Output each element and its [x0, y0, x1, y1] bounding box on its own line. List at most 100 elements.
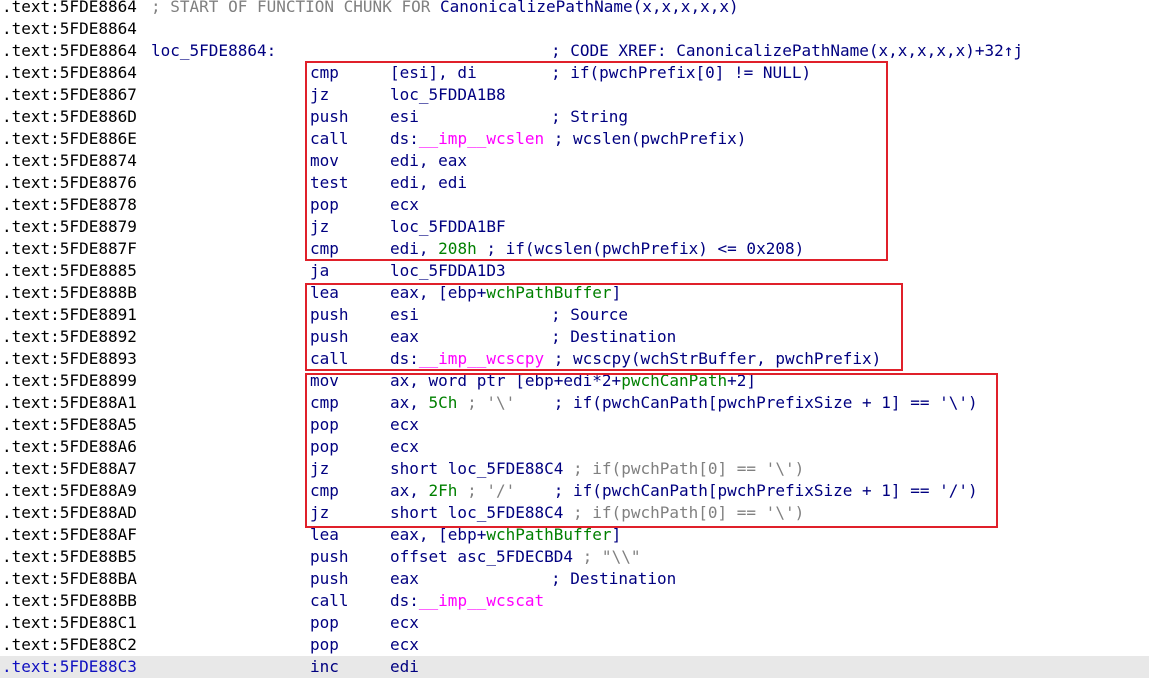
- instruction-operands[interactable]: eax, [ebp+wchPathBuffer]: [390, 282, 621, 304]
- listing-line[interactable]: .text:5FDE88BA push eax ; Destination: [0, 568, 1149, 590]
- instruction-mnemonic[interactable]: call: [310, 348, 349, 370]
- instruction-mnemonic[interactable]: pop: [310, 612, 339, 634]
- instruction-operands[interactable]: edi, edi: [390, 172, 467, 194]
- listing-line[interactable]: .text:5FDE8867 jz loc_5FDDA1B8: [0, 84, 1149, 106]
- listing-line[interactable]: .text:5FDE88C3 inc edi: [0, 656, 1149, 678]
- line-address[interactable]: .text:5FDE8879: [2, 216, 137, 238]
- line-address[interactable]: .text:5FDE888B: [2, 282, 137, 304]
- operand-text[interactable]: ds:: [390, 129, 419, 148]
- operand-text[interactable]: short loc_5FDE88C4: [390, 503, 563, 522]
- operand-text[interactable]: loc_5FDDA1BF: [390, 217, 506, 236]
- listing-line[interactable]: .text:5FDE88A7 jz short loc_5FDE88C4 ; if(…: [0, 458, 1149, 480]
- operand-text[interactable]: edi,: [390, 239, 438, 258]
- listing-line[interactable]: .text:5FDE886D push esi ; String: [0, 106, 1149, 128]
- listing-line[interactable]: .text:5FDE886E call ds:__imp__wcslen ; wcs…: [0, 128, 1149, 150]
- instruction-operands[interactable]: ecx: [390, 414, 419, 436]
- immediate-value[interactable]: 5Ch: [429, 393, 458, 412]
- stack-variable[interactable]: pwchCanPath: [621, 371, 727, 390]
- listing-line[interactable]: .text:5FDE8892 push eax ; Destination: [0, 326, 1149, 348]
- stack-variable[interactable]: wchPathBuffer: [486, 283, 611, 302]
- line-address[interactable]: .text:5FDE8864: [2, 40, 137, 62]
- instruction-operands[interactable]: ax, word ptr [ebp+edi*2+pwchCanPath+2]: [390, 370, 756, 392]
- code-xref-comment[interactable]: ; CODE XREF: CanonicalizePathName(x,x,x,…: [551, 40, 1023, 62]
- instruction-operands[interactable]: esi: [390, 304, 419, 326]
- instruction-operands[interactable]: short loc_5FDE88C4 ; if(pwchPath[0] == '…: [390, 502, 804, 524]
- listing-line[interactable]: .text:5FDE8879 jz loc_5FDDA1BF: [0, 216, 1149, 238]
- operand-text[interactable]: ecx: [390, 635, 419, 654]
- listing-line[interactable]: .text:5FDE8899 mov ax, word ptr [ebp+edi*2…: [0, 370, 1149, 392]
- instruction-mnemonic[interactable]: push: [310, 326, 349, 348]
- listing-line[interactable]: .text:5FDE8893 call ds:__imp__wcscpy ; wcs…: [0, 348, 1149, 370]
- line-address[interactable]: .text:5FDE8876: [2, 172, 137, 194]
- instruction-mnemonic[interactable]: cmp: [310, 392, 339, 414]
- instruction-operands[interactable]: esi: [390, 106, 419, 128]
- line-address[interactable]: .text:5FDE8878: [2, 194, 137, 216]
- operand-text[interactable]: ecx: [390, 195, 419, 214]
- operand-text[interactable]: offset asc_5FDECBD4: [390, 547, 573, 566]
- instruction-mnemonic[interactable]: cmp: [310, 62, 339, 84]
- line-address[interactable]: .text:5FDE8891: [2, 304, 137, 326]
- import-symbol[interactable]: __imp__wcslen: [419, 129, 544, 148]
- listing-line[interactable]: .text:5FDE8864 cmp [esi], di ; if(pwchPrefi…: [0, 62, 1149, 84]
- operand-text[interactable]: eax: [390, 569, 419, 588]
- instruction-operands[interactable]: ecx: [390, 194, 419, 216]
- instruction-mnemonic[interactable]: call: [310, 128, 349, 150]
- instruction-operands[interactable]: eax: [390, 326, 419, 348]
- instruction-mnemonic[interactable]: push: [310, 546, 349, 568]
- instruction-mnemonic[interactable]: push: [310, 568, 349, 590]
- line-address[interactable]: .text:5FDE88C3: [2, 656, 137, 678]
- operand-text[interactable]: loc_5FDDA1B8: [390, 85, 506, 104]
- operand-text[interactable]: edi, edi: [390, 173, 467, 192]
- instruction-mnemonic[interactable]: push: [310, 106, 349, 128]
- instruction-mnemonic[interactable]: jz: [310, 216, 329, 238]
- line-address[interactable]: .text:5FDE88A6: [2, 436, 137, 458]
- instruction-operands[interactable]: ax, 2Fh ; '/' ; if(pwchCanPath[pwchPrefi…: [390, 480, 978, 502]
- line-address[interactable]: .text:5FDE88AD: [2, 502, 137, 524]
- line-address[interactable]: .text:5FDE8885: [2, 260, 137, 282]
- operand-text[interactable]: ax,: [390, 481, 429, 500]
- line-address[interactable]: .text:5FDE886E: [2, 128, 137, 150]
- listing-line[interactable]: .text:5FDE8864: [0, 18, 1149, 40]
- instruction-mnemonic[interactable]: ja: [310, 260, 329, 282]
- listing-line[interactable]: .text:5FDE88C1 pop ecx: [0, 612, 1149, 634]
- listing-line[interactable]: .text:5FDE88A1 cmp ax, 5Ch ; '\' ; if(pwch…: [0, 392, 1149, 414]
- line-address[interactable]: .text:5FDE8864: [2, 62, 137, 84]
- instruction-operands[interactable]: ecx: [390, 612, 419, 634]
- operand-text[interactable]: eax: [390, 327, 419, 346]
- instruction-mnemonic[interactable]: pop: [310, 414, 339, 436]
- instruction-operands[interactable]: eax: [390, 568, 419, 590]
- line-address[interactable]: .text:5FDE88AF: [2, 524, 137, 546]
- listing-line[interactable]: .text:5FDE88B5 push offset asc_5FDECBD4 ; …: [0, 546, 1149, 568]
- instruction-operands[interactable]: loc_5FDDA1BF: [390, 216, 506, 238]
- operand-text[interactable]: esi: [390, 305, 419, 324]
- instruction-mnemonic[interactable]: push: [310, 304, 349, 326]
- line-address[interactable]: .text:5FDE88A7: [2, 458, 137, 480]
- disassembly-listing[interactable]: .text:5FDE8864 ; START OF FUNCTION CHUNK …: [0, 0, 1149, 678]
- instruction-mnemonic[interactable]: mov: [310, 370, 339, 392]
- listing-line[interactable]: .text:5FDE88AD jz short loc_5FDE88C4 ; if(…: [0, 502, 1149, 524]
- code-label[interactable]: loc_5FDE8864:: [151, 40, 276, 62]
- instruction-mnemonic[interactable]: jz: [310, 84, 329, 106]
- instruction-operands[interactable]: edi, eax: [390, 150, 467, 172]
- immediate-value[interactable]: 208h: [438, 239, 477, 258]
- listing-line[interactable]: .text:5FDE888B lea eax, [ebp+wchPathBuffer…: [0, 282, 1149, 304]
- operand-text[interactable]: ]: [612, 283, 622, 302]
- line-address[interactable]: .text:5FDE88A9: [2, 480, 137, 502]
- listing-line[interactable]: .text:5FDE88BB call ds:__imp__wcscat: [0, 590, 1149, 612]
- instruction-mnemonic[interactable]: inc: [310, 656, 339, 678]
- line-address[interactable]: .text:5FDE88B5: [2, 546, 137, 568]
- operand-text[interactable]: +2]: [727, 371, 756, 390]
- instruction-operands[interactable]: ds:__imp__wcscat: [390, 590, 544, 612]
- instruction-mnemonic[interactable]: call: [310, 590, 349, 612]
- line-address[interactable]: .text:5FDE8867: [2, 84, 137, 106]
- listing-line[interactable]: .text:5FDE8874 mov edi, eax: [0, 150, 1149, 172]
- instruction-operands[interactable]: short loc_5FDE88C4 ; if(pwchPath[0] == '…: [390, 458, 804, 480]
- instruction-operands[interactable]: edi: [390, 656, 419, 678]
- line-address[interactable]: .text:5FDE886D: [2, 106, 137, 128]
- line-address[interactable]: .text:5FDE88C2: [2, 634, 137, 656]
- instruction-mnemonic[interactable]: pop: [310, 634, 339, 656]
- listing-line[interactable]: .text:5FDE8864 loc_5FDE8864: ; CODE XREF: …: [0, 40, 1149, 62]
- operand-text[interactable]: eax, [ebp+: [390, 525, 486, 544]
- line-address[interactable]: .text:5FDE88C1: [2, 612, 137, 634]
- instruction-mnemonic[interactable]: cmp: [310, 480, 339, 502]
